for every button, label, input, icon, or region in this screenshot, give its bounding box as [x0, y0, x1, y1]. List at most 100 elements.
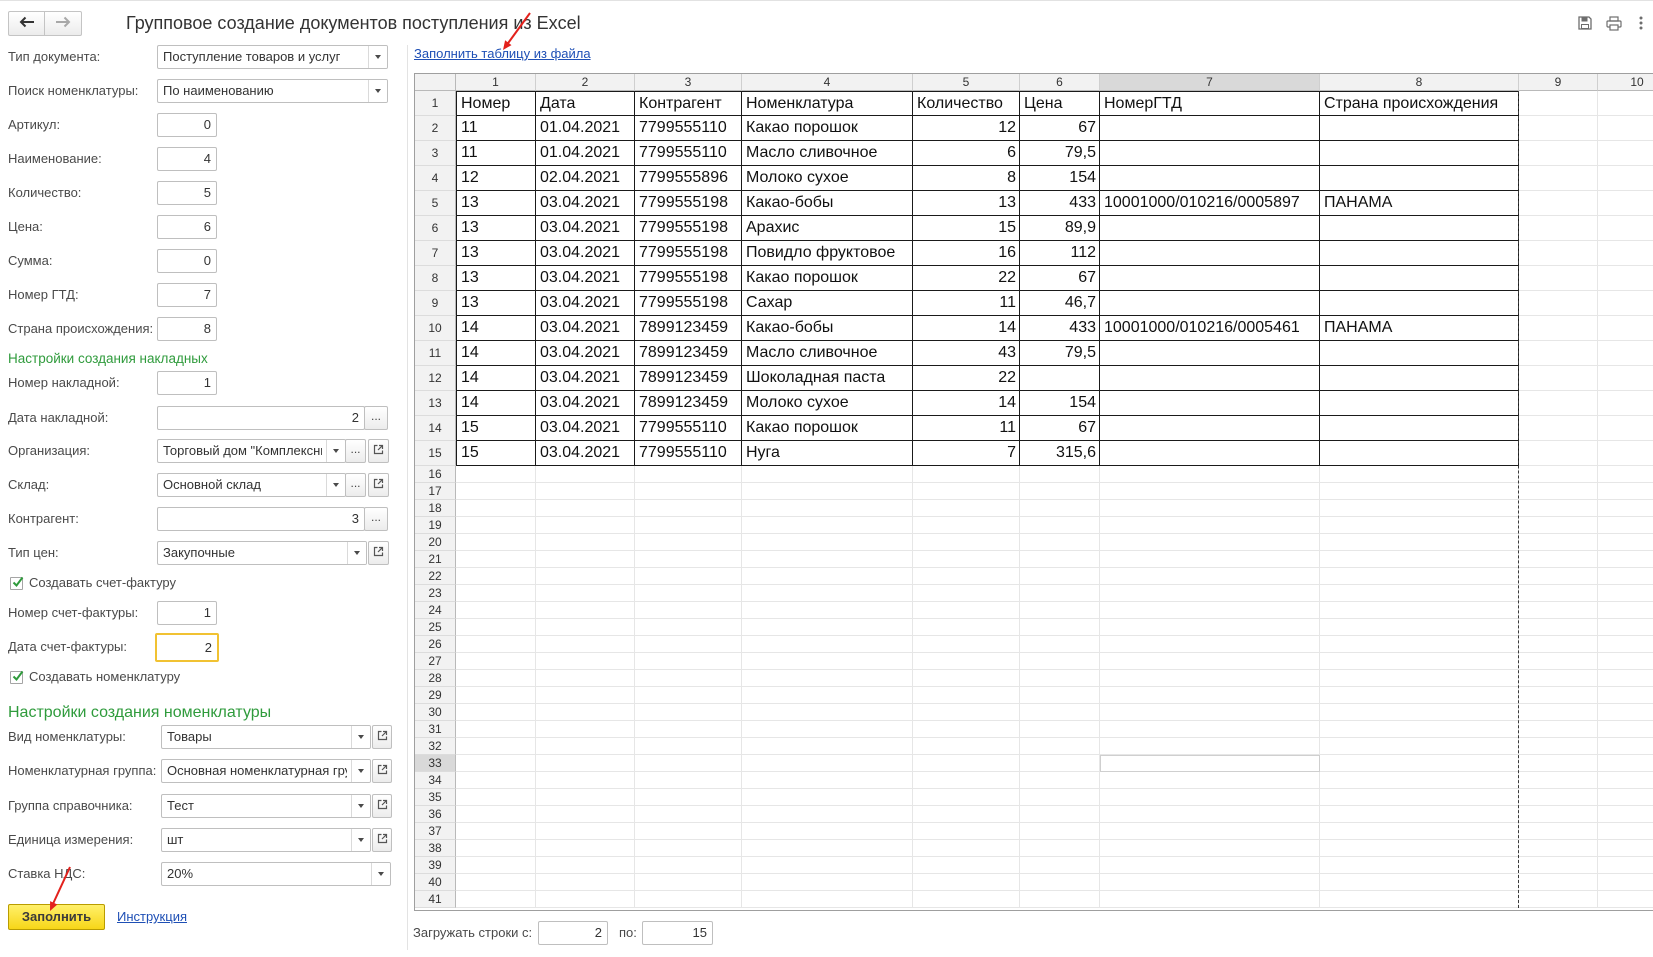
row-header[interactable]: 26: [415, 636, 456, 653]
sheet-cell[interactable]: [742, 534, 913, 551]
row-header[interactable]: 24: [415, 602, 456, 619]
sheet-cell[interactable]: [1100, 891, 1320, 908]
sheet-cell[interactable]: [1100, 687, 1320, 704]
sheet-cell[interactable]: ПАНАМА: [1320, 191, 1519, 216]
sheet-cell[interactable]: [913, 636, 1020, 653]
sheet-cell[interactable]: [536, 721, 635, 738]
sheet-cell[interactable]: [1100, 216, 1320, 241]
sheet-cell[interactable]: [1320, 721, 1519, 738]
sheet-cell[interactable]: [635, 602, 742, 619]
sheet-cell[interactable]: [635, 500, 742, 517]
sheet-cell[interactable]: 15: [456, 416, 536, 441]
sheet-cell[interactable]: [1519, 191, 1598, 216]
sheet-cell[interactable]: [1020, 466, 1100, 483]
row-header[interactable]: 19: [415, 517, 456, 534]
sheet-cell[interactable]: [536, 687, 635, 704]
sheet-cell[interactable]: [1320, 141, 1519, 166]
sheet-cell[interactable]: 03.04.2021: [536, 241, 635, 266]
invoice-date-choose-button[interactable]: ...: [364, 406, 388, 430]
chevron-down-icon[interactable]: [351, 829, 370, 851]
sheet-cell[interactable]: [1519, 141, 1598, 166]
sheet-cell[interactable]: [1320, 704, 1519, 721]
sheet-cell[interactable]: [635, 534, 742, 551]
sheet-cell[interactable]: [1598, 241, 1653, 266]
sheet-cell[interactable]: 79,5: [1020, 341, 1100, 366]
sheet-cell[interactable]: [913, 466, 1020, 483]
sheet-cell[interactable]: [1598, 755, 1653, 772]
sheet-cell[interactable]: [1320, 166, 1519, 191]
chevron-down-icon[interactable]: [326, 474, 345, 496]
sheet-cell[interactable]: НомерГТД: [1100, 91, 1320, 116]
sheet-cell[interactable]: [1100, 823, 1320, 840]
sheet-cell[interactable]: [742, 755, 913, 772]
sheet-cell[interactable]: 7799555896: [635, 166, 742, 191]
sheet-cell[interactable]: Масло сливочное: [742, 141, 913, 166]
sheet-cell[interactable]: [456, 653, 536, 670]
sheet-cell[interactable]: [1020, 704, 1100, 721]
sheet-cell[interactable]: 03.04.2021: [536, 291, 635, 316]
sheet-cell[interactable]: [742, 636, 913, 653]
column-header[interactable]: 6: [1020, 74, 1100, 91]
sheet-cell[interactable]: [1020, 687, 1100, 704]
column-header[interactable]: 8: [1320, 74, 1519, 91]
sheet-cell[interactable]: [742, 551, 913, 568]
sheet-cell[interactable]: 46,7: [1020, 291, 1100, 316]
sheet-cell[interactable]: [536, 466, 635, 483]
chevron-down-icon[interactable]: [368, 80, 387, 102]
sheet-cell[interactable]: [635, 670, 742, 687]
sheet-cell[interactable]: 13: [456, 216, 536, 241]
sheet-cell[interactable]: [742, 687, 913, 704]
sheet-cell[interactable]: [742, 653, 913, 670]
sheet-cell[interactable]: Какао порошок: [742, 266, 913, 291]
chevron-down-icon[interactable]: [371, 863, 390, 885]
sheet-cell[interactable]: [1519, 291, 1598, 316]
row-header[interactable]: 32: [415, 738, 456, 755]
sheet-cell[interactable]: 11: [456, 141, 536, 166]
sheet-cell[interactable]: [1320, 517, 1519, 534]
sheet-cell[interactable]: [1519, 441, 1598, 466]
sheet-cell[interactable]: [1100, 466, 1320, 483]
organization-choose-button[interactable]: ...: [345, 439, 366, 463]
sheet-cell[interactable]: [456, 806, 536, 823]
sheet-cell[interactable]: [742, 602, 913, 619]
chevron-down-icon[interactable]: [351, 760, 370, 782]
unit-open-button[interactable]: [372, 828, 392, 852]
sheet-cell[interactable]: [1320, 416, 1519, 441]
load-rows-to-input[interactable]: 15: [642, 921, 713, 945]
sheet-cell[interactable]: [1100, 391, 1320, 416]
sheet-cell[interactable]: [635, 653, 742, 670]
sheet-cell[interactable]: [1020, 874, 1100, 891]
column-header[interactable]: 10: [1598, 74, 1653, 91]
sheet-cell[interactable]: [1100, 704, 1320, 721]
sheet-cell[interactable]: [1100, 653, 1320, 670]
sheet-cell[interactable]: 14: [456, 391, 536, 416]
sheet-cell[interactable]: [742, 721, 913, 738]
quantity-column-input[interactable]: 5: [157, 181, 217, 205]
sheet-cell[interactable]: [1320, 738, 1519, 755]
row-header[interactable]: 17: [415, 483, 456, 500]
sheet-cell[interactable]: [1519, 585, 1598, 602]
row-header[interactable]: 4: [415, 166, 456, 191]
gtd-column-input[interactable]: 7: [157, 283, 217, 307]
sheet-cell[interactable]: [1598, 568, 1653, 585]
sheet-cell[interactable]: [1020, 568, 1100, 585]
item-group-select[interactable]: Основная номенклатурная гру: [161, 759, 371, 783]
sheet-cell[interactable]: [1598, 416, 1653, 441]
sheet-cell[interactable]: Молоко сухое: [742, 391, 913, 416]
sheet-cell[interactable]: 8: [913, 166, 1020, 191]
sheet-cell[interactable]: [913, 772, 1020, 789]
sheet-cell[interactable]: [456, 466, 536, 483]
sheet-cell[interactable]: Какао-бобы: [742, 191, 913, 216]
invoice-sf-date-input[interactable]: 2: [155, 633, 219, 662]
sheet-cell[interactable]: [913, 500, 1020, 517]
sheet-cell[interactable]: [1320, 291, 1519, 316]
sheet-cell[interactable]: [1020, 721, 1100, 738]
sheet-cell[interactable]: [1100, 738, 1320, 755]
row-header[interactable]: 1: [415, 91, 456, 116]
sheet-cell[interactable]: [742, 789, 913, 806]
sheet-cell[interactable]: [456, 874, 536, 891]
sheet-cell[interactable]: [1100, 366, 1320, 391]
column-header[interactable]: 9: [1519, 74, 1598, 91]
sheet-cell[interactable]: [742, 704, 913, 721]
sheet-cell[interactable]: [635, 517, 742, 534]
